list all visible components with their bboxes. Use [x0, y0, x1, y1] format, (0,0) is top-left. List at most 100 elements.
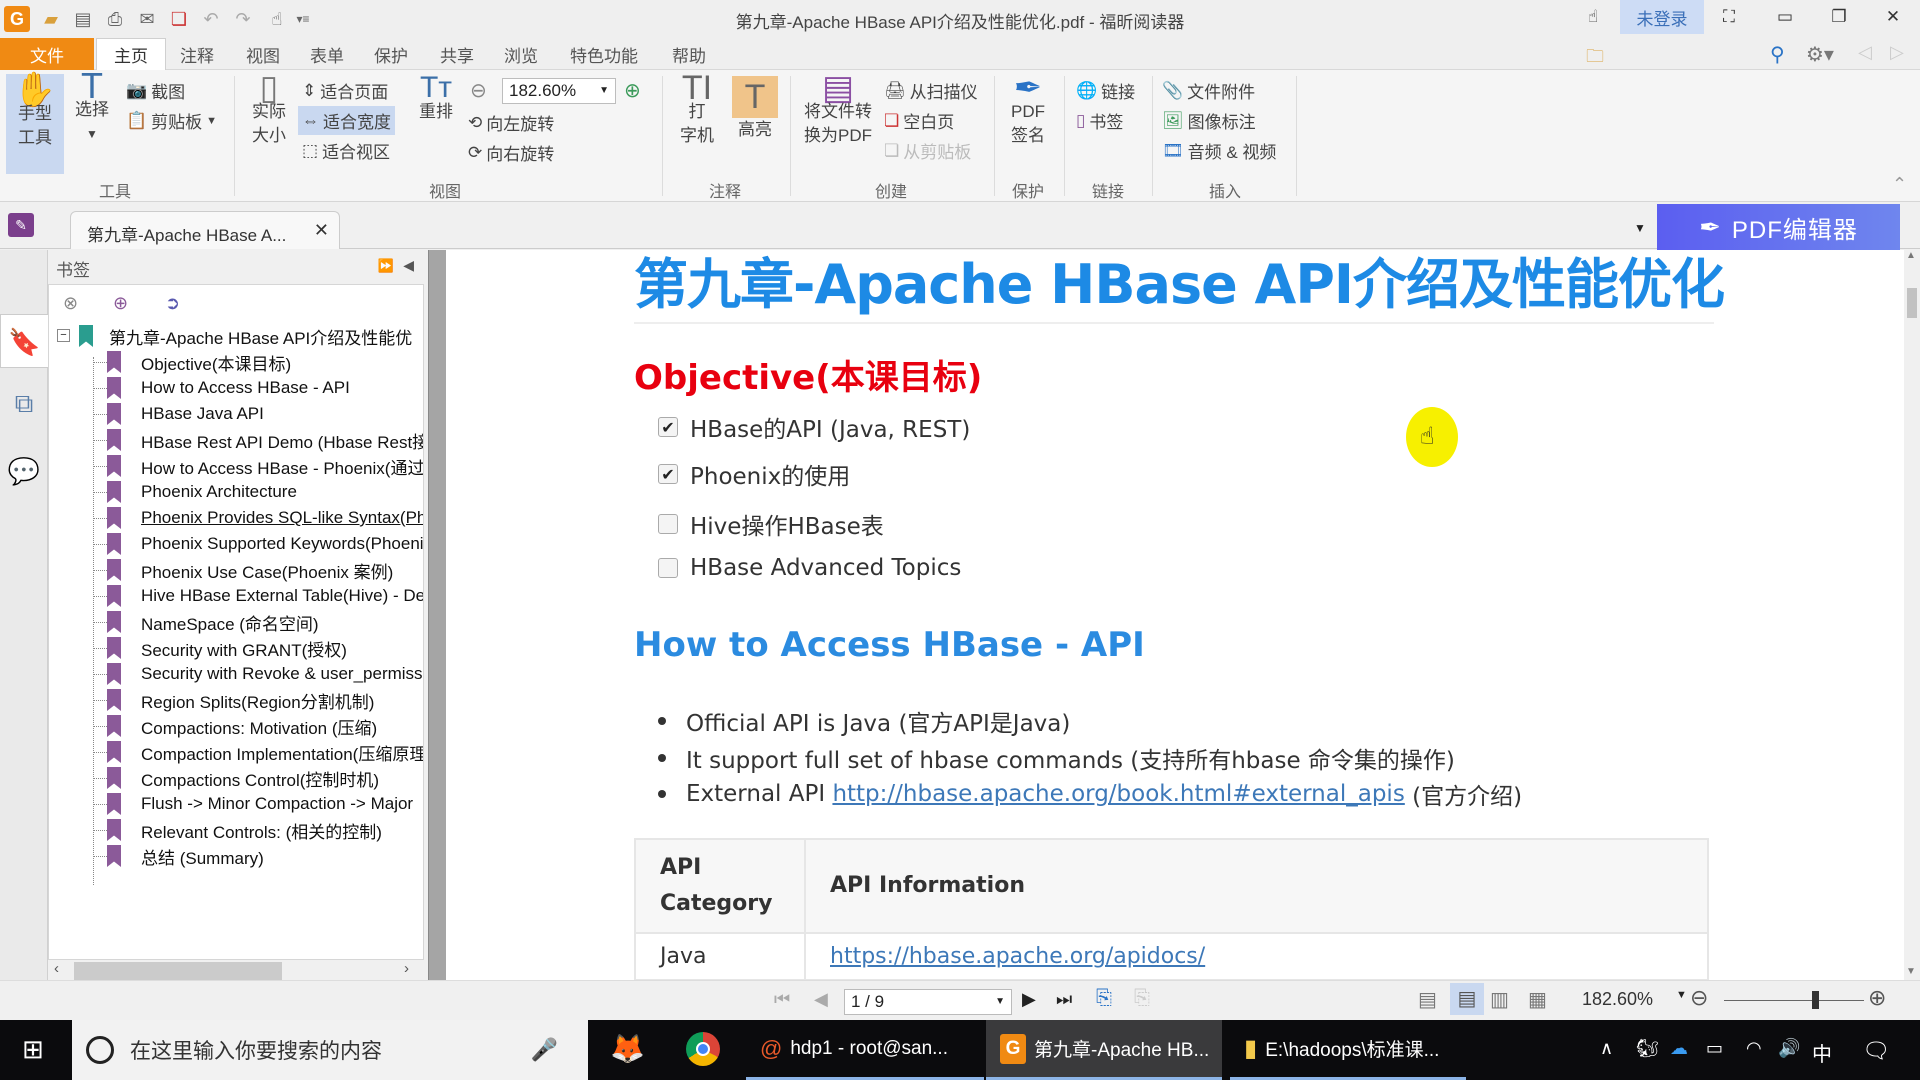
touch-mode-icon[interactable]: ☝	[1566, 0, 1620, 34]
pdf-sign-button[interactable]: ✒ PDF 签名	[1000, 71, 1056, 148]
external-api-link[interactable]: http://hbase.apache.org/book.html#extern…	[832, 781, 1404, 807]
last-page-icon[interactable]: ⏭	[1056, 989, 1072, 1010]
scroll-thumb[interactable]	[1907, 288, 1917, 318]
rotate-left-button[interactable]: ⟲ 向左旋转	[468, 110, 554, 135]
continuous-facing-icon[interactable]: ▦	[1528, 987, 1547, 1012]
close-window-button[interactable]: ✕	[1866, 0, 1920, 34]
snapshot-button[interactable]: 📷 截图	[126, 78, 185, 103]
checkbox-unchecked[interactable]	[658, 514, 678, 534]
settings-gear-icon[interactable]: ⚙▾	[1806, 42, 1834, 67]
minimize-button[interactable]: ▭	[1758, 0, 1812, 34]
bookmark-item[interactable]: Phoenix Architecture	[107, 479, 297, 505]
menu-view[interactable]: 视图	[238, 38, 288, 70]
bookmark-item[interactable]: NameSpace (命名空间)	[107, 609, 319, 635]
goto-bookmark-icon[interactable]: ➲	[165, 293, 180, 314]
panel-splitter[interactable]	[428, 250, 446, 980]
bookmark-item[interactable]: Relevant Controls: (相关的控制)	[107, 817, 382, 843]
select-tool-button[interactable]: T 选择 ▼	[68, 68, 116, 146]
ime-indicator[interactable]: 中	[1812, 1038, 1832, 1067]
bookmark-item[interactable]: Region Splits(Region分割机制)	[107, 687, 374, 713]
wifi-icon[interactable]: ◠	[1746, 1038, 1762, 1059]
image-annotation-button[interactable]: 🖼 图像标注	[1162, 108, 1256, 133]
comments-panel-icon[interactable]: 💬	[0, 456, 48, 496]
bookmark-item[interactable]: Phoenix Supported Keywords(Phoeni	[107, 531, 423, 557]
zoom-slider-thumb[interactable]	[1812, 991, 1819, 1009]
bookmark-item[interactable]: Security with Revoke & user_permiss	[107, 661, 423, 687]
from-scanner-button[interactable]: 🖨 从扫描仪	[884, 78, 978, 103]
bookmark-item[interactable]: Flush -> Minor Compaction -> Major	[107, 791, 413, 817]
checkbox-checked[interactable]: ✔	[658, 417, 678, 437]
zoom-out-icon[interactable]: ⊖	[470, 78, 487, 103]
onedrive-icon[interactable]: ☁	[1670, 1038, 1688, 1059]
restore-button[interactable]: ❐	[1812, 0, 1866, 34]
fit-visible-button[interactable]: ⬚ 适合视区	[302, 138, 390, 163]
from-clipboard-button[interactable]: ❏ 从剪贴板	[884, 138, 971, 163]
convert-to-pdf-button[interactable]: ▤ 将文件转 换为PDF	[798, 71, 878, 148]
zoom-select[interactable]: 182.60% ▼	[502, 78, 616, 104]
close-tab-icon[interactable]: ✕	[314, 220, 329, 241]
link-button[interactable]: 🌐 链接	[1076, 78, 1135, 103]
fit-width-button[interactable]: ⇔ 适合宽度	[298, 106, 395, 135]
windows-start-icon[interactable]: ⊞	[22, 1034, 44, 1065]
scroll-up-icon[interactable]: ▲	[1906, 250, 1916, 261]
delete-bookmark-icon[interactable]: ⊗	[63, 293, 78, 314]
bookmark-button[interactable]: ▯ 书签	[1076, 108, 1123, 133]
single-page-icon[interactable]: ▤	[1418, 987, 1437, 1012]
hand-tool-button[interactable]: ✋ 手型 工具	[6, 73, 64, 174]
taskbar-app-terminal[interactable]: @ hdp1 - root@san...	[746, 1020, 984, 1080]
fullscreen-icon[interactable]: ⛶	[1702, 0, 1756, 34]
previous-view-icon[interactable]: ⎘	[1096, 987, 1112, 1010]
actual-size-button[interactable]: ▯ 实际 大小	[244, 71, 294, 148]
nav-back-icon[interactable]: ◁	[1858, 42, 1872, 63]
bookmark-item[interactable]: Compaction Implementation(压缩原理	[107, 739, 423, 765]
menu-help[interactable]: 帮助	[664, 38, 714, 70]
firefox-icon[interactable]: 🦊	[610, 1032, 645, 1065]
chrome-icon[interactable]	[686, 1032, 720, 1066]
next-view-icon[interactable]: ⎘	[1134, 987, 1150, 1010]
menu-comment[interactable]: 注释	[172, 38, 222, 70]
bookmark-item[interactable]: How to Access HBase - Phoenix(通过	[107, 453, 423, 479]
pdf-editor-button[interactable]: ✒ PDF编辑器	[1657, 204, 1900, 250]
login-button[interactable]: 未登录	[1620, 0, 1704, 34]
bookmark-item[interactable]: HBase Java API	[107, 401, 264, 427]
bookmark-item[interactable]: Phoenix Use Case(Phoenix 案例)	[107, 557, 393, 583]
search-icon[interactable]: ⚲	[1770, 42, 1785, 67]
typewriter-button[interactable]: TI 打 字机	[672, 71, 722, 148]
bookmarks-panel-icon[interactable]: 🔖	[0, 314, 48, 368]
scroll-down-icon[interactable]: ▼	[1906, 966, 1916, 977]
collapse-tree-icon[interactable]: −	[57, 329, 70, 342]
bookmark-item[interactable]: Security with GRANT(授权)	[107, 635, 347, 661]
bookmark-hscrollbar[interactable]: ‹ ›	[48, 960, 424, 980]
fit-page-button[interactable]: ⇕ 适合页面	[302, 78, 388, 103]
nav-forward-icon[interactable]: ▷	[1890, 42, 1904, 63]
taskbar-app-foxit[interactable]: G 第九章-Apache HB...	[986, 1020, 1222, 1080]
scroll-left-icon[interactable]: ‹	[54, 960, 59, 977]
previous-page-icon[interactable]: ◀	[814, 989, 828, 1010]
highlight-button[interactable]: T 高亮	[730, 76, 780, 142]
status-zoom-value[interactable]: 182.60%	[1582, 989, 1653, 1010]
taskbar-app-explorer[interactable]: ▮ E:\hadoops\标准课...	[1230, 1020, 1466, 1080]
menu-file[interactable]: 文件	[0, 38, 94, 70]
menu-home[interactable]: 主页	[96, 38, 166, 70]
app-menu-icon[interactable]: ✎	[8, 213, 34, 237]
next-page-icon[interactable]: ▶	[1022, 989, 1036, 1010]
bookmark-item[interactable]: Compactions Control(控制时机)	[107, 765, 379, 791]
zoom-dropdown-icon[interactable]: ▼	[1676, 989, 1687, 1001]
scroll-right-icon[interactable]: ›	[404, 960, 409, 977]
scroll-thumb[interactable]	[74, 962, 282, 980]
zoom-in-icon[interactable]: ⊕	[624, 78, 641, 103]
page-number-input[interactable]: 1 / 9 ▼	[844, 989, 1012, 1015]
bookmark-root[interactable]: 第九章-Apache HBase API介绍及性能优	[79, 323, 412, 349]
collapse-ribbon-icon[interactable]: ⌃	[1892, 174, 1907, 195]
expand-panel-icon[interactable]: ⏩	[378, 258, 394, 274]
pages-panel-icon[interactable]: ⧉	[0, 388, 48, 428]
bookmark-item[interactable]: Phoenix Provides SQL-like Syntax(Ph	[107, 505, 423, 531]
battery-icon[interactable]: ▭	[1706, 1038, 1723, 1059]
bookmark-item[interactable]: How to Access HBase - API	[107, 375, 350, 401]
clipboard-button[interactable]: 📋 剪贴板 ▼	[126, 108, 217, 133]
taskbar-search-box[interactable]: 在这里输入你要搜索的内容 🎤	[72, 1020, 588, 1080]
menu-features[interactable]: 特色功能	[562, 38, 646, 70]
tab-list-dropdown-icon[interactable]: ▼	[1634, 221, 1646, 235]
volume-icon[interactable]: 🔊	[1778, 1038, 1800, 1059]
facing-page-icon[interactable]: ▥	[1490, 987, 1509, 1012]
